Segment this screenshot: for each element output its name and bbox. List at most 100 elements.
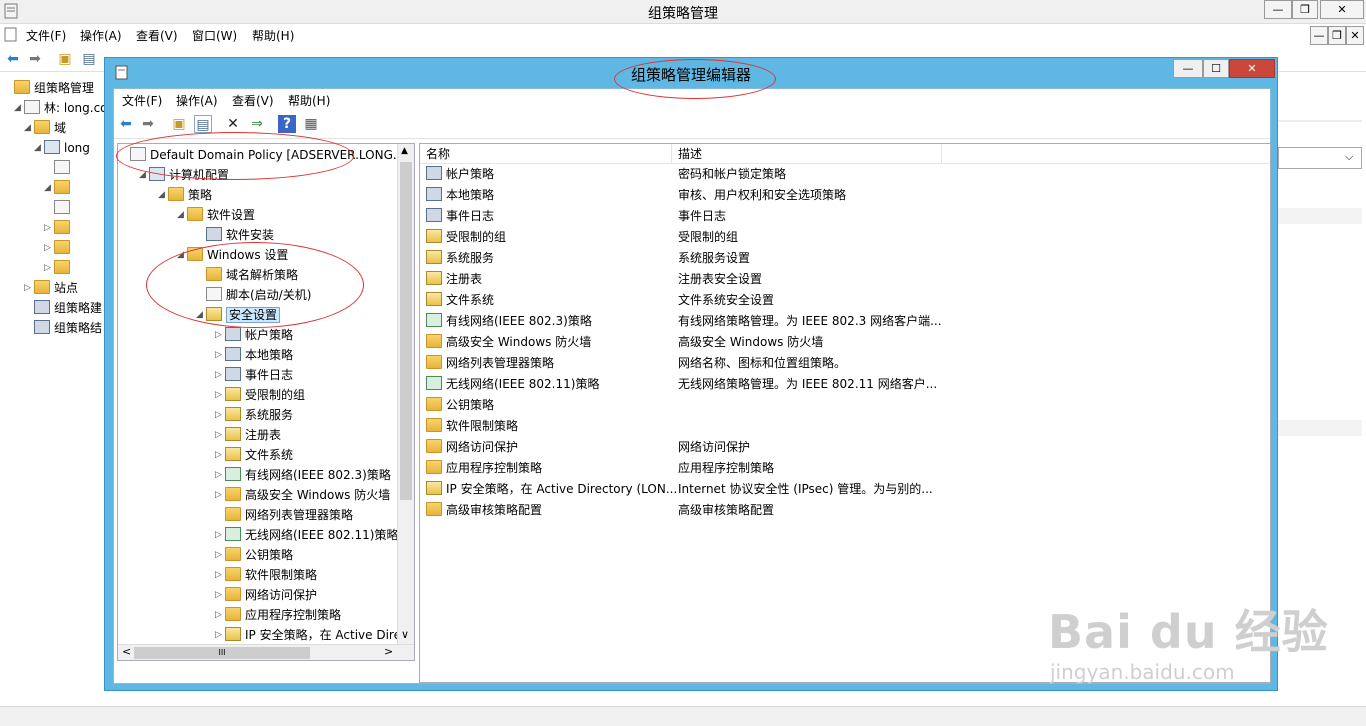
outer-tree-item[interactable]: ◢ 域	[24, 118, 66, 138]
menu-action[interactable]: 操作(A)	[80, 27, 122, 44]
expand-icon[interactable]: ▷	[44, 258, 54, 278]
outer-tree-item[interactable]: ◢	[44, 178, 74, 198]
scroll-left-icon[interactable]: <	[122, 645, 131, 658]
scroll-up-icon[interactable]: ▲	[401, 146, 408, 156]
expand-icon[interactable]: ▷	[215, 325, 225, 345]
tree-item[interactable]: ▷ 受限制的组	[215, 385, 305, 405]
expand-icon[interactable]: ▷	[215, 365, 225, 385]
collapse-icon[interactable]: ◢	[44, 178, 54, 198]
expand-icon[interactable]: ▷	[215, 345, 225, 365]
list-item[interactable]: 有线网络(IEEE 802.3)策略 有线网络策略管理。为 IEEE 802.3 …	[420, 311, 1270, 332]
scroll-down-icon[interactable]: ∨	[401, 628, 409, 641]
scroll-thumb[interactable]	[400, 162, 412, 500]
child-close-button[interactable]: ✕	[1346, 26, 1364, 45]
tree-item[interactable]: ▷ 软件限制策略	[215, 565, 317, 585]
tree-item[interactable]: ▷ IP 安全策略，在 Active Direct	[215, 625, 412, 645]
tree-item[interactable]: ◢ 软件设置	[177, 205, 255, 225]
menu-file[interactable]: 文件(F)	[26, 27, 66, 44]
restore-button[interactable]: ❐	[1292, 0, 1318, 19]
gpme-minimize-button[interactable]: —	[1173, 59, 1203, 78]
list-item[interactable]: 事件日志 事件日志	[420, 206, 1270, 227]
list-item[interactable]: 网络列表管理器策略 网络名称、图标和位置组策略。	[420, 353, 1270, 374]
column-description[interactable]: 描述	[672, 144, 942, 164]
tree-item[interactable]: ▷ 有线网络(IEEE 802.3)策略	[215, 465, 391, 485]
outer-tree-item[interactable]: ◢ 林: long.co	[14, 98, 108, 118]
menu-window[interactable]: 窗口(W)	[192, 27, 237, 44]
expand-icon[interactable]: ▷	[215, 485, 225, 505]
up-folder-icon[interactable]: ▣	[56, 50, 74, 68]
expand-icon[interactable]: ▷	[215, 585, 225, 605]
tree-item[interactable]: ▷ 本地策略	[215, 345, 293, 365]
expand-icon[interactable]: ▷	[215, 625, 225, 645]
export-list-icon[interactable]: ⇒	[248, 115, 266, 133]
collapse-icon[interactable]: ◢	[177, 205, 187, 225]
forward-arrow-icon[interactable]: ➡	[139, 115, 157, 133]
tree-vertical-scrollbar[interactable]: ▲ ∨	[397, 144, 414, 644]
list-item[interactable]: IP 安全策略，在 Active Directory (LON... Intern…	[420, 479, 1270, 500]
expand-icon[interactable]: ▷	[215, 385, 225, 405]
expand-icon[interactable]: ▷	[44, 238, 54, 258]
outer-tree-item[interactable]: ▷ 站点	[24, 278, 78, 298]
list-item[interactable]: 高级安全 Windows 防火墙 高级安全 Windows 防火墙	[420, 332, 1270, 353]
tree-item[interactable]: ▷ 高级安全 Windows 防火墙	[215, 485, 390, 505]
back-arrow-icon[interactable]: ⬅	[117, 115, 135, 133]
expand-icon[interactable]: ▷	[24, 278, 34, 298]
tree-item[interactable]: ▷ 应用程序控制策略	[215, 605, 341, 625]
gpme-menu-file[interactable]: 文件(F)	[122, 92, 162, 109]
list-item[interactable]: 受限制的组 受限制的组	[420, 227, 1270, 248]
back-arrow-icon[interactable]: ⬅	[4, 50, 22, 68]
tree-item[interactable]: ◢ 策略	[158, 185, 212, 205]
close-button[interactable]: ✕	[1320, 0, 1364, 19]
expand-icon[interactable]: ▷	[215, 445, 225, 465]
expand-icon[interactable]: ▷	[215, 565, 225, 585]
tree-item[interactable]: ▷ 注册表	[215, 425, 281, 445]
collapse-icon[interactable]: ◢	[34, 138, 44, 158]
help-icon[interactable]: ?	[278, 115, 296, 133]
expand-icon[interactable]: ▷	[215, 605, 225, 625]
collapse-icon[interactable]: ◢	[24, 118, 34, 138]
delete-icon[interactable]: ✕	[224, 115, 242, 133]
show-hide-tree-icon[interactable]: ▤	[80, 50, 98, 68]
menu-view[interactable]: 查看(V)	[136, 27, 178, 44]
list-item[interactable]: 文件系统 文件系统安全设置	[420, 290, 1270, 311]
right-dropdown[interactable]: ⌵	[1278, 147, 1362, 169]
show-hide-tree-icon[interactable]: ▤	[194, 115, 212, 133]
tree-item[interactable]: ▷ 系统服务	[215, 405, 293, 425]
list-item[interactable]: 帐户策略 密码和帐户锁定策略	[420, 164, 1270, 185]
tree-item[interactable]: ▷ 文件系统	[215, 445, 293, 465]
child-minimize-button[interactable]: —	[1310, 26, 1328, 45]
expand-icon[interactable]: ▷	[215, 405, 225, 425]
gpme-menu-view[interactable]: 查看(V)	[232, 92, 274, 109]
tree-item[interactable]: ▷ 公钥策略	[215, 545, 293, 565]
gpme-maximize-button[interactable]: ☐	[1203, 59, 1229, 78]
list-item[interactable]: 本地策略 审核、用户权利和安全选项策略	[420, 185, 1270, 206]
tree-item[interactable]: ▷ 网络访问保护	[215, 585, 317, 605]
column-name[interactable]: 名称	[420, 144, 672, 164]
expand-icon[interactable]: ▷	[215, 525, 225, 545]
up-folder-icon[interactable]: ▣	[170, 115, 188, 133]
list-item[interactable]: 应用程序控制策略 应用程序控制策略	[420, 458, 1270, 479]
list-item[interactable]: 高级审核策略配置 高级审核策略配置	[420, 500, 1270, 521]
expand-icon[interactable]: ▷	[215, 545, 225, 565]
tree-item[interactable]: 网络列表管理器策略	[215, 505, 353, 525]
list-item[interactable]: 网络访问保护 网络访问保护	[420, 437, 1270, 458]
list-item[interactable]: 无线网络(IEEE 802.11)策略 无线网络策略管理。为 IEEE 802.1…	[420, 374, 1270, 395]
list-item[interactable]: 公钥策略	[420, 395, 1270, 416]
tree-item[interactable]: ▷ 帐户策略	[215, 325, 293, 345]
outer-tree-item[interactable]: ◢ long	[34, 138, 90, 158]
child-restore-button[interactable]: ❐	[1328, 26, 1346, 45]
expand-icon[interactable]: ▷	[215, 425, 225, 445]
list-item[interactable]: 注册表 注册表安全设置	[420, 269, 1270, 290]
tree-item[interactable]: ▷ 无线网络(IEEE 802.11)策略	[215, 525, 398, 545]
list-item[interactable]: 软件限制策略	[420, 416, 1270, 437]
outer-tree-item[interactable]: 组策略结	[24, 318, 102, 338]
minimize-button[interactable]: —	[1264, 0, 1292, 19]
tree-horizontal-scrollbar[interactable]: < III >	[118, 644, 414, 660]
collapse-icon[interactable]: ◢	[14, 98, 24, 118]
scroll-right-icon[interactable]: >	[384, 645, 393, 658]
menu-help[interactable]: 帮助(H)	[252, 27, 294, 44]
list-item[interactable]: 系统服务 系统服务设置	[420, 248, 1270, 269]
outer-tree-item[interactable]: 组策略管理	[4, 78, 94, 98]
outer-tree-item[interactable]: ▷	[44, 258, 74, 278]
outer-tree-item[interactable]: 组策略建	[24, 298, 102, 318]
